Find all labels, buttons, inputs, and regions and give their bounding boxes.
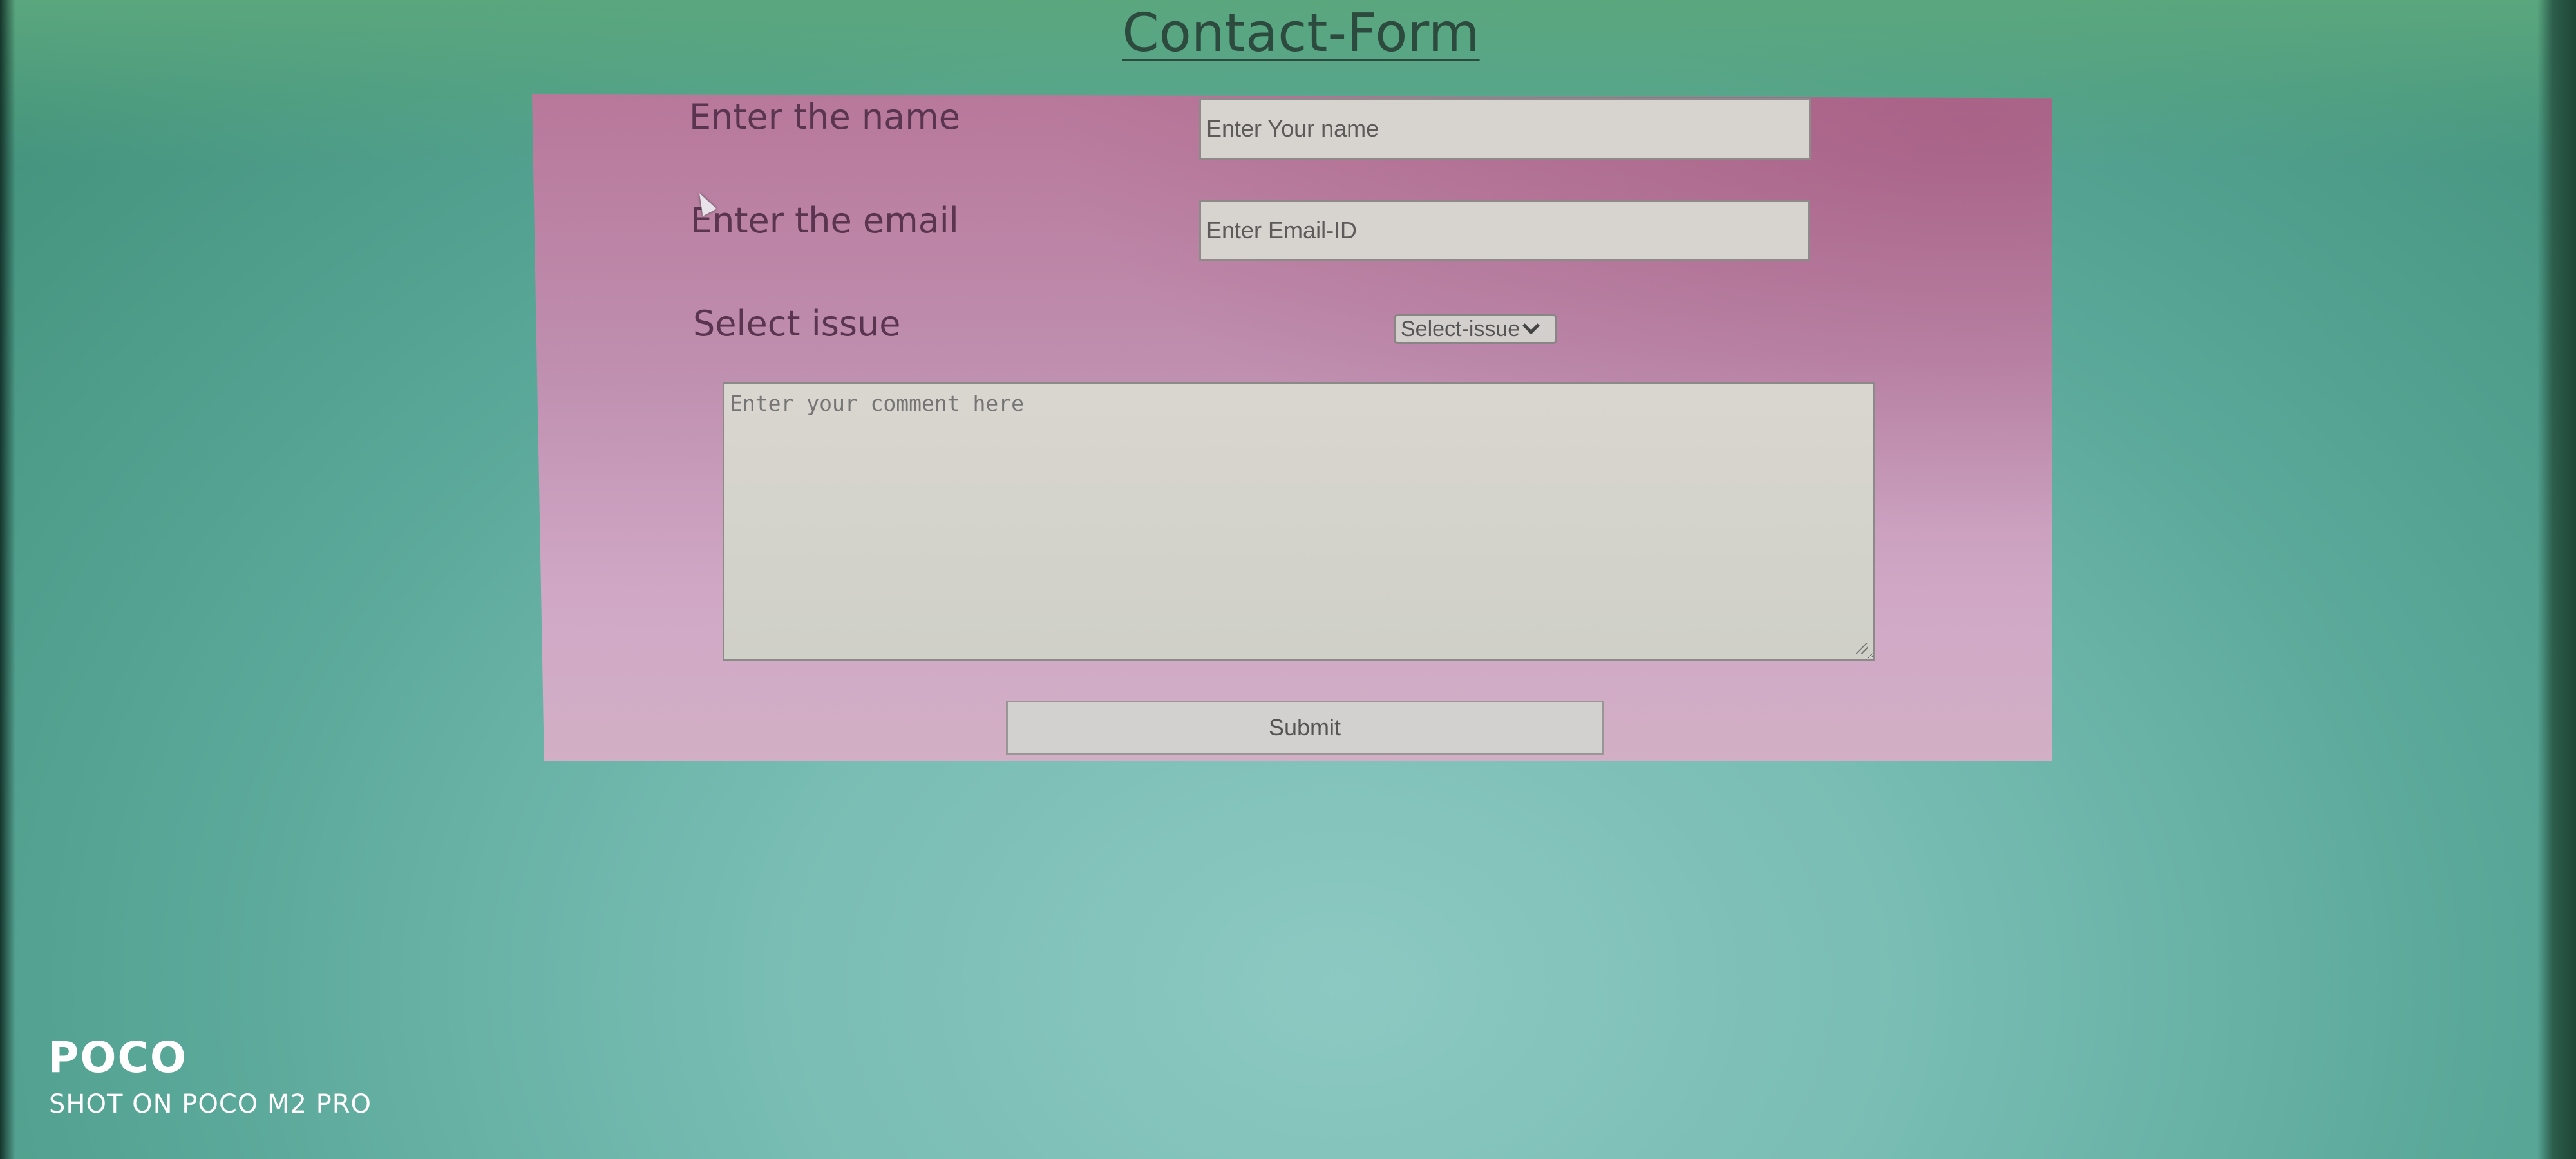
monitor-bezel-right [2537,0,2576,1159]
page-title: Contact-Form [1122,3,1480,64]
camera-watermark-caption: SHOT ON POCO M2 PRO [49,1089,372,1119]
name-input[interactable] [1199,98,1811,160]
chevron-down-icon [1522,316,1540,334]
email-input[interactable] [1199,200,1810,261]
issue-select[interactable]: Select-issue [1394,314,1557,344]
name-label: Enter the name [689,97,961,137]
monitor-bezel-left [0,0,15,1159]
comment-textarea[interactable] [723,382,1875,661]
camera-watermark-brand: POCO [48,1033,188,1082]
issue-select-value: Select-issue [1401,316,1520,341]
resize-grip-icon[interactable] [1856,643,1868,654]
issue-label: Select issue [693,303,901,344]
email-label: Enter the email [690,200,959,241]
submit-button[interactable]: Submit [1006,701,1604,755]
